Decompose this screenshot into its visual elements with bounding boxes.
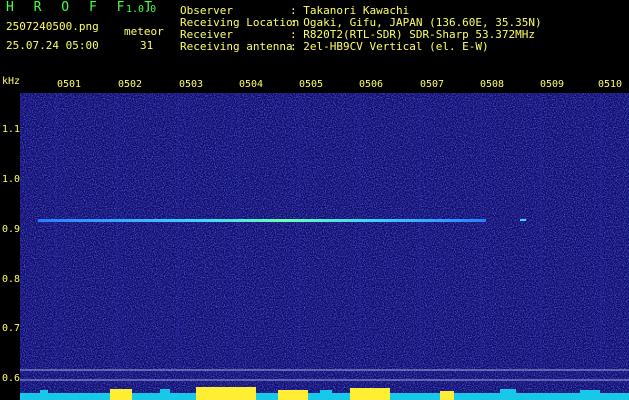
- app-version: 1.0.0: [126, 4, 157, 15]
- datetime-label: 25.07.24 05:00: [6, 39, 99, 52]
- time-tick: 0504: [239, 79, 264, 90]
- waterfall-spectrogram: [20, 93, 629, 400]
- time-tick: 0502: [118, 79, 143, 90]
- freq-tick: 1.1: [2, 124, 21, 135]
- time-tick: 0510: [598, 79, 623, 90]
- filename-label: 2507240500.png: [6, 20, 99, 33]
- info-key-antenna: Receiving antenna: [180, 40, 293, 53]
- hroft-window: { "header": { "app_name": "H R O F F T",…: [0, 0, 629, 400]
- time-tick: 0508: [480, 79, 505, 90]
- freq-tick: 0.9: [2, 224, 21, 235]
- time-tick: 0506: [359, 79, 384, 90]
- time-tick: 0505: [299, 79, 324, 90]
- freq-tick: 0.8: [2, 274, 21, 285]
- meteor-label: meteor: [124, 25, 164, 38]
- carrier-signal-line: [38, 219, 486, 222]
- unit-label: kHz: [2, 76, 21, 87]
- time-tick: 0509: [540, 79, 565, 90]
- time-tick: 0503: [179, 79, 204, 90]
- signal-dot: [520, 219, 526, 221]
- time-tick: 0501: [57, 79, 82, 90]
- time-tick: 0507: [420, 79, 445, 90]
- freq-tick: 0.6: [2, 373, 21, 384]
- info-value-antenna: : 2el-HB9CV Vertical (el. E-W): [290, 40, 489, 53]
- freq-tick: 0.7: [2, 323, 21, 334]
- meteor-count: 31: [140, 39, 154, 52]
- freq-tick: 1.0: [2, 174, 21, 185]
- waterfall-noise: [20, 93, 629, 400]
